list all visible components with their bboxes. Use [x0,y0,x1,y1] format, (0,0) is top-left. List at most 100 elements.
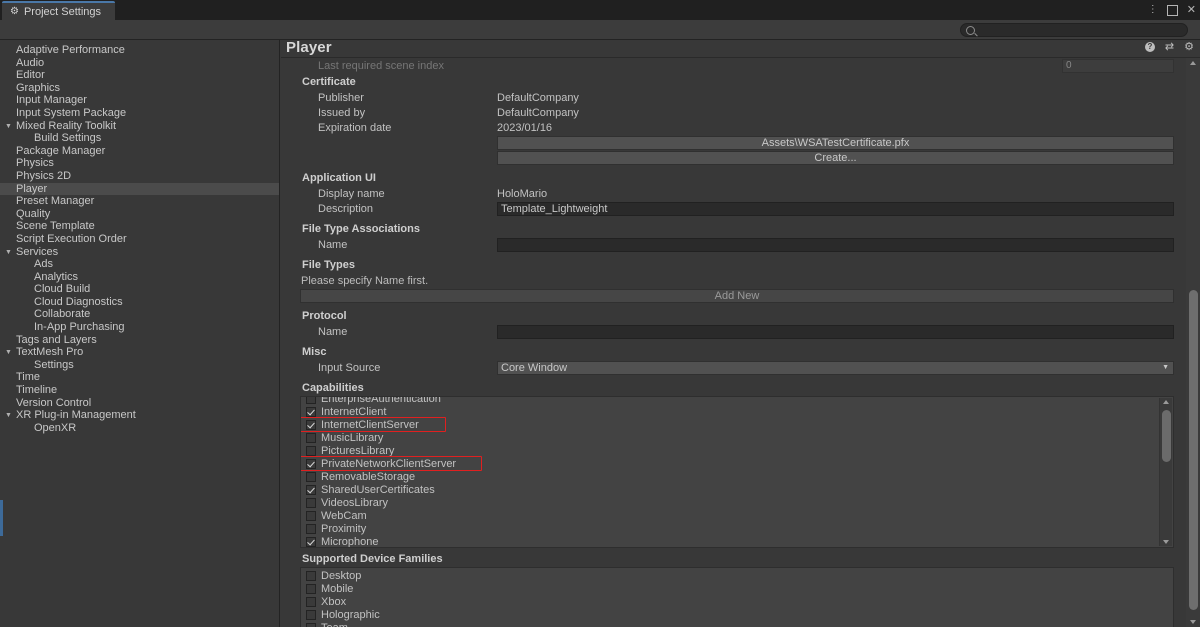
device-family-team[interactable]: Team [301,621,1173,627]
checkbox-icon[interactable] [306,536,316,547]
checkbox-icon[interactable] [306,609,316,620]
sidebar-item-quality[interactable]: Quality [0,208,279,221]
device-family-xbox[interactable]: Xbox [301,595,1173,608]
close-icon[interactable]: ✕ [1187,4,1196,16]
capability-webcam[interactable]: WebCam [301,509,1173,522]
tab-project-settings[interactable]: ⚙ Project Settings [2,1,116,20]
sidebar-item-analytics[interactable]: Analytics [0,271,279,284]
kebab-menu-icon[interactable]: ⋮ [1148,5,1158,15]
settings-sidebar[interactable]: Adaptive Performance Audio Editor Graphics I… [0,40,280,627]
sidebar-item-settings[interactable]: Settings [0,359,279,372]
sidebar-item-editor[interactable]: Editor [0,69,279,82]
sidebar-item-adaptive-performance[interactable]: Adaptive Performance [0,44,279,57]
sidebar-item-physics-2d[interactable]: Physics 2D [0,170,279,183]
checkbox-icon[interactable] [306,570,316,581]
certificate-path-button[interactable]: Assets\WSATestCertificate.pfx [497,136,1174,150]
checkbox-icon[interactable] [306,497,316,508]
device-family-holographic[interactable]: Holographic [301,608,1173,621]
sidebar-item-cloud-diagnostics[interactable]: Cloud Diagnostics [0,296,279,309]
preset-icon[interactable]: ⇄ [1165,42,1174,53]
checkbox-icon[interactable] [306,622,316,627]
checkbox-icon[interactable] [306,484,316,495]
checkbox-icon[interactable] [306,419,316,430]
capability-microphone[interactable]: Microphone [301,535,1173,547]
capabilities-list[interactable]: EnterpriseAuthentication InternetClient In… [300,396,1174,548]
capability-sharedusercertificates[interactable]: SharedUserCertificates [301,483,1173,496]
capability-internetclient[interactable]: InternetClient [301,405,1173,418]
capability-privatenetworkclientserver[interactable]: PrivateNetworkClientServer [301,456,1173,471]
page-scroll-up-arrow-icon[interactable] [1189,61,1196,65]
page-scrollbar-thumb[interactable] [1188,290,1198,610]
search-input[interactable] [978,24,1178,36]
search-box[interactable] [960,23,1188,37]
panel-scrollbar[interactable] [1186,58,1200,627]
checkbox-icon[interactable] [306,406,316,417]
sidebar-item-audio[interactable]: Audio [0,57,279,70]
supported-device-families-list[interactable]: DesktopMobileXboxHolographicTeamIoT [300,567,1174,627]
scroll-up-arrow-icon[interactable] [1163,400,1169,404]
capability-pictureslibrary[interactable]: PicturesLibrary [301,444,1173,457]
sidebar-item-tags-and-layers[interactable]: Tags and Layers [0,334,279,347]
display-name-row: Display name HoloMario [300,186,1174,201]
create-certificate-button[interactable]: Create... [497,151,1174,165]
sidebar-item-script-execution-order[interactable]: Script Execution Order [0,233,279,246]
device-family-desktop[interactable]: Desktop [301,569,1173,582]
description-input[interactable]: Template_Lightweight [497,201,1174,216]
add-new-file-type-button[interactable]: Add New [300,289,1174,303]
device-family-mobile[interactable]: Mobile [301,582,1173,595]
scroll-down-arrow-icon[interactable] [1163,540,1169,544]
sidebar-item-version-control[interactable]: Version Control [0,397,279,410]
page-scroll-down-arrow-icon[interactable] [1189,620,1196,624]
chevron-down-icon[interactable]: ▼ [5,409,12,422]
sidebar-item-services[interactable]: ▼ Services [0,246,279,259]
sidebar-item-graphics[interactable]: Graphics [0,82,279,95]
help-icon[interactable]: ? [1144,42,1155,52]
sidebar-item-preset-manager[interactable]: Preset Manager [0,195,279,208]
checkbox-icon[interactable] [306,432,316,443]
chevron-down-icon[interactable]: ▼ [5,246,12,259]
sidebar-item-input-manager[interactable]: Input Manager [0,94,279,107]
checkbox-icon[interactable] [306,397,316,404]
sidebar-item-in-app-purchasing[interactable]: In-App Purchasing [0,321,279,334]
sidebar-item-openxr[interactable]: OpenXR [0,422,279,435]
file-type-associations-header: File Type Associations [302,223,420,235]
capability-internetclientserver[interactable]: InternetClientServer [301,417,1173,432]
file-type-association-name-input[interactable] [497,237,1174,252]
checkbox-icon[interactable] [306,583,316,594]
chevron-down-icon[interactable]: ▼ [5,120,12,133]
sidebar-item-ads[interactable]: Ads [0,258,279,271]
checkbox-icon[interactable] [306,596,316,607]
sidebar-item-timeline[interactable]: Timeline [0,384,279,397]
sidebar-item-input-system-package[interactable]: Input System Package [0,107,279,120]
maximize-icon[interactable] [1166,4,1178,16]
sidebar-item-scene-template[interactable]: Scene Template [0,220,279,233]
capability-videoslibrary[interactable]: VideosLibrary [301,496,1173,509]
checkbox-icon[interactable] [306,510,316,521]
expiration-date-row: Expiration date 2023/01/16 [300,120,1174,135]
input-source-dropdown[interactable]: Core Window ▼ [497,360,1174,375]
capability-proximity[interactable]: Proximity [301,522,1173,535]
sidebar-item-textmesh-pro[interactable]: ▼ TextMesh Pro [0,346,279,359]
settings-gear-icon[interactable]: ⚙ [1184,42,1194,53]
capabilities-scrollbar[interactable] [1159,398,1172,546]
sidebar-item-build-settings[interactable]: Build Settings [0,132,279,145]
scrollbar-thumb[interactable] [1162,410,1171,462]
sidebar-item-collaborate[interactable]: Collaborate [0,308,279,321]
capability-removablestorage[interactable]: RemovableStorage [301,470,1173,483]
capability-enterpriseauthentication[interactable]: EnterpriseAuthentication [301,397,1173,405]
capability-musiclibrary[interactable]: MusicLibrary [301,431,1173,444]
sidebar-item-time[interactable]: Time [0,371,279,384]
chevron-down-icon[interactable]: ▼ [5,346,12,359]
checkbox-icon[interactable] [306,458,316,469]
protocol-name-input[interactable] [497,324,1174,339]
sidebar-item-player[interactable]: Player [0,182,279,196]
checkbox-icon[interactable] [306,523,316,534]
checkbox-icon[interactable] [306,471,316,482]
last-required-scene-index-field[interactable]: 0 [1062,59,1174,73]
sidebar-item-xr-plug-in-management[interactable]: ▼ XR Plug-in Management [0,409,279,422]
sidebar-item-physics[interactable]: Physics [0,157,279,170]
sidebar-item-package-manager[interactable]: Package Manager [0,145,279,158]
sidebar-item-mixed-reality-toolkit[interactable]: ▼ Mixed Reality Toolkit [0,120,279,133]
checkbox-icon[interactable] [306,445,316,456]
sidebar-item-cloud-build[interactable]: Cloud Build [0,283,279,296]
